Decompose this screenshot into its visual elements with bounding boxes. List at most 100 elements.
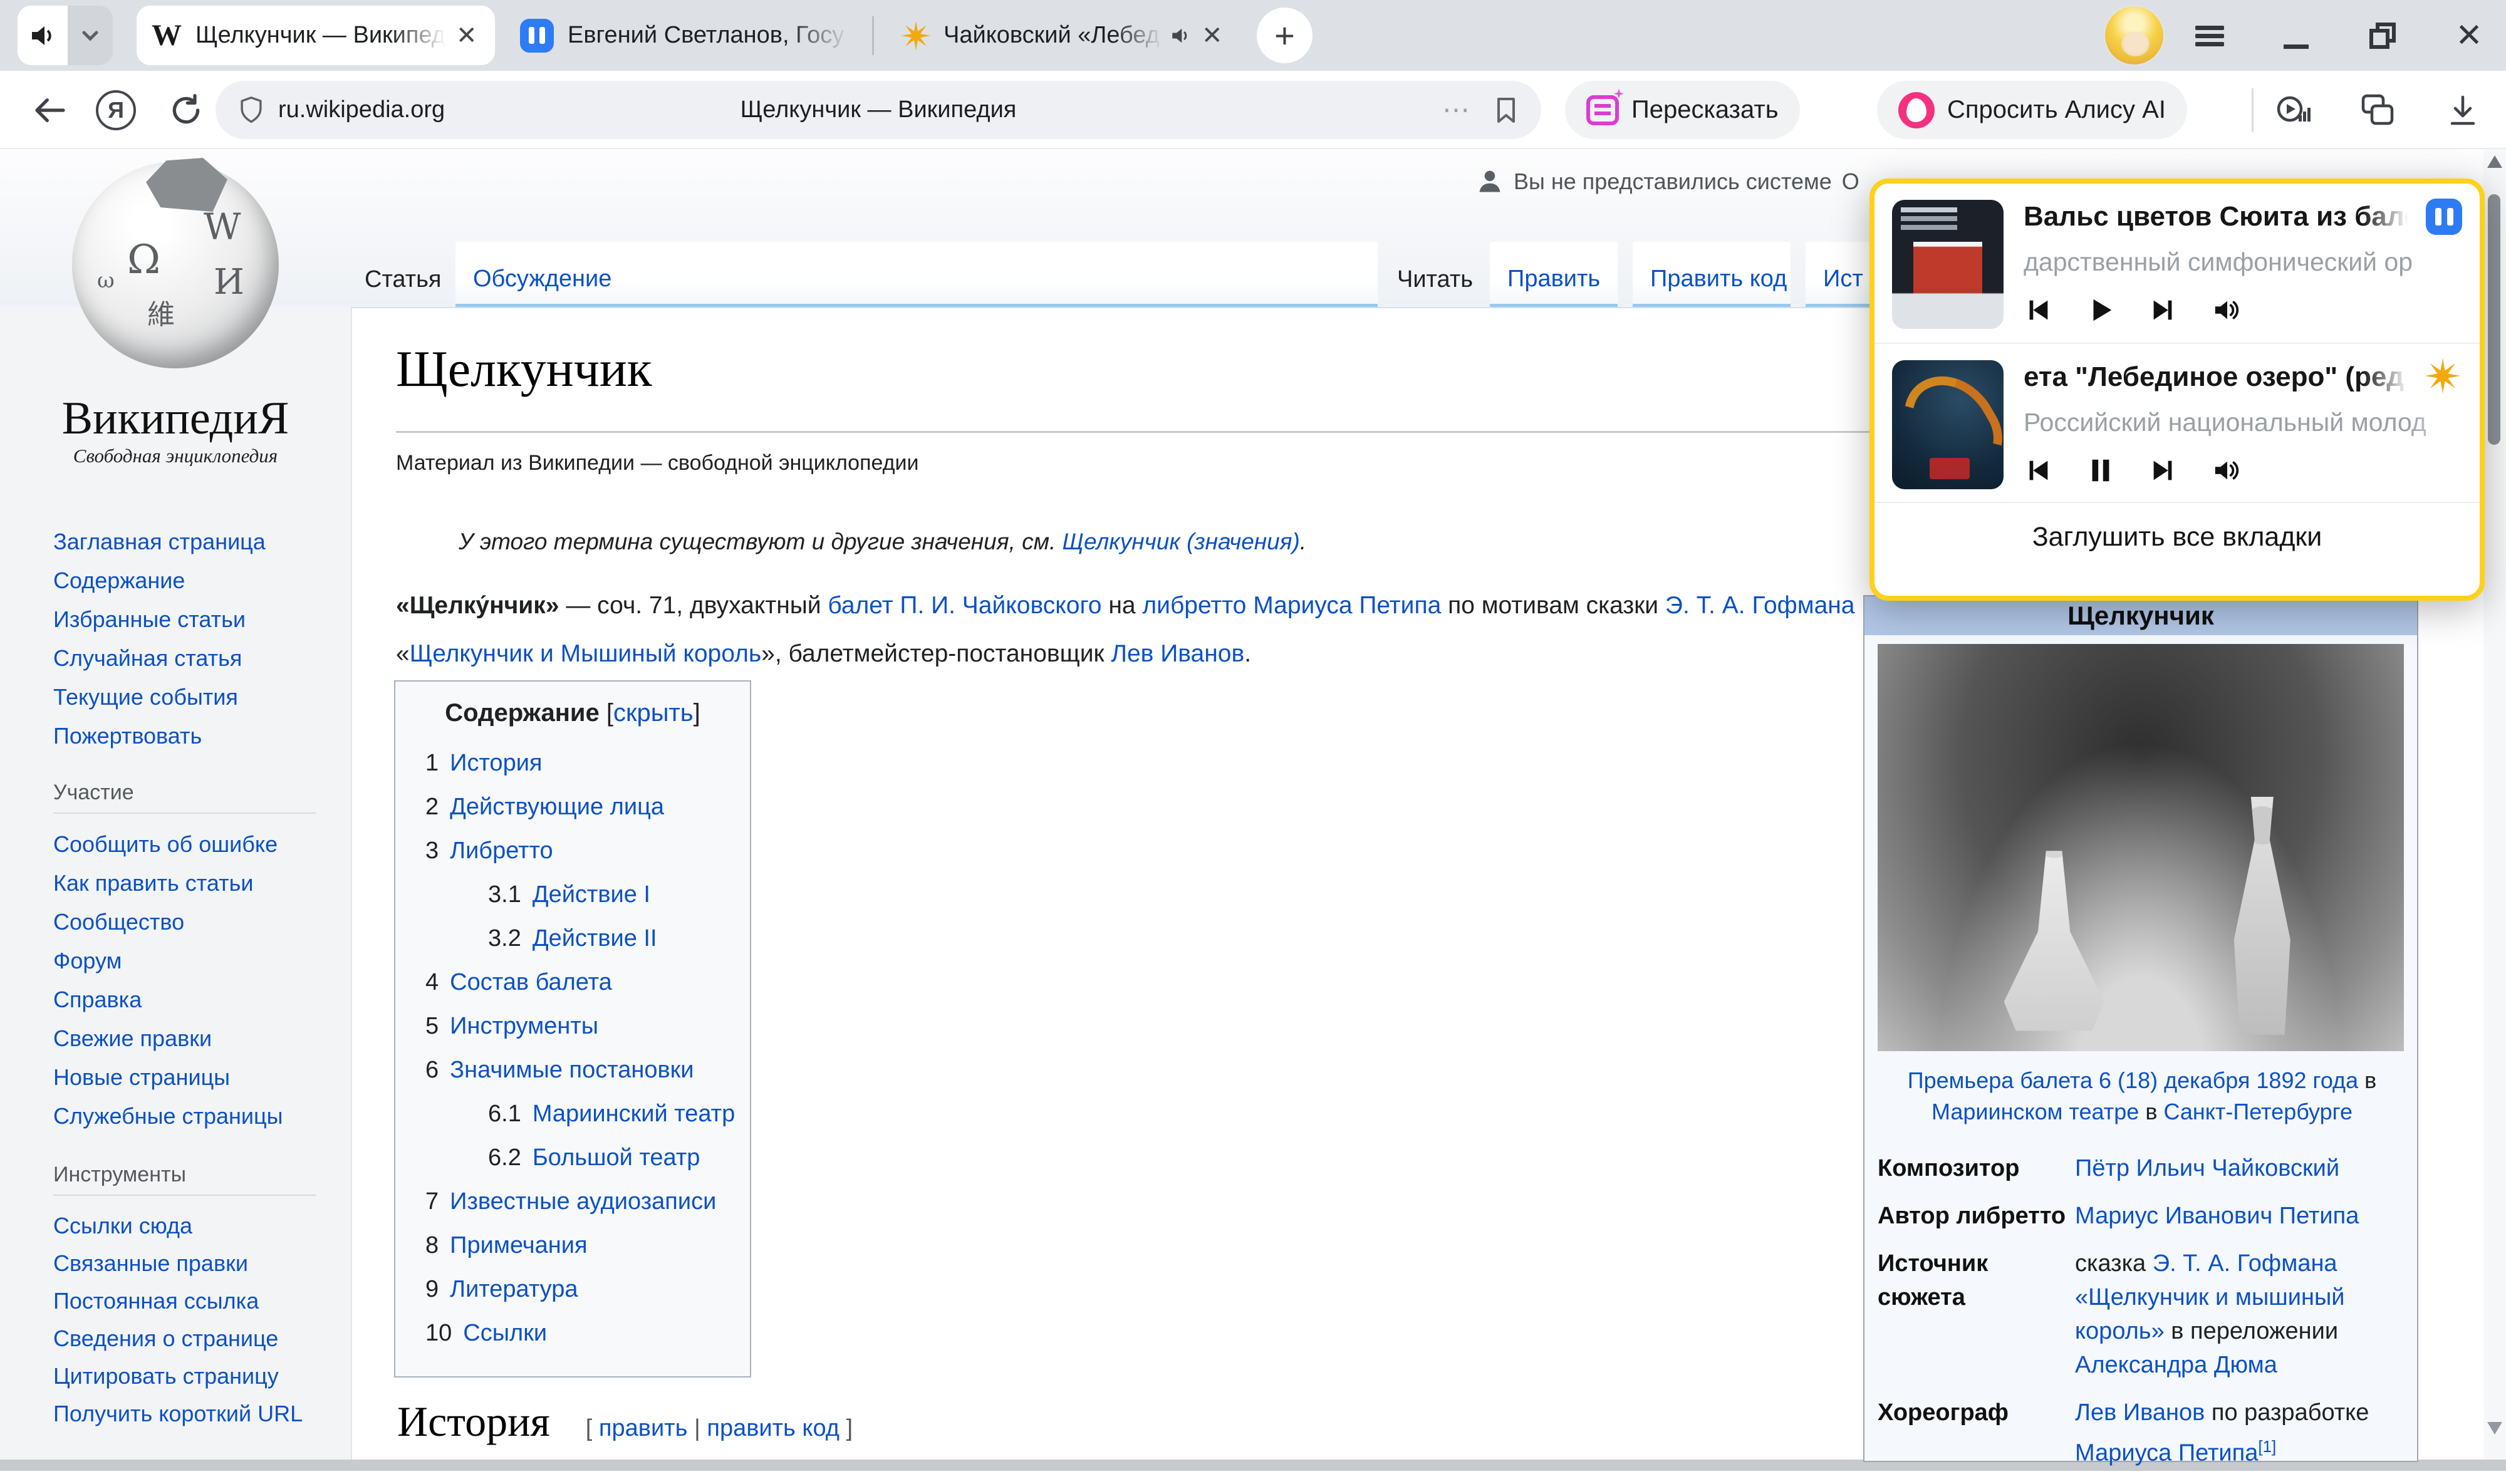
toc-link[interactable]: Инструменты xyxy=(450,1013,598,1039)
scroll-up-arrow-icon[interactable] xyxy=(2487,155,2502,168)
page-title-text: Щелкунчик — Википедия xyxy=(741,96,1017,123)
sidebar-nav-main: Заглавная страницаСодержаниеИзбранные ст… xyxy=(53,522,329,755)
sidebar-link[interactable]: Служебные страницы xyxy=(53,1097,329,1136)
personal-note[interactable]: Вы не представились системе xyxy=(1514,169,1832,195)
reload-button[interactable] xyxy=(158,71,214,149)
bookmark-icon[interactable] xyxy=(1494,95,1519,125)
play-icon[interactable] xyxy=(2086,296,2115,324)
sidebar-link[interactable]: Свежие правки xyxy=(53,1019,329,1058)
sidebar-link[interactable]: Содержание xyxy=(53,561,329,600)
rephrase-button[interactable]: Пересказать xyxy=(1565,81,1800,139)
previous-track-icon[interactable] xyxy=(2024,296,2052,324)
tab-tchaikovsky[interactable]: Чайковский «Лебед ✕ xyxy=(885,6,1254,65)
page-scrollbar[interactable] xyxy=(2483,149,2506,1460)
edit-link[interactable]: править xyxy=(599,1415,687,1441)
back-button[interactable] xyxy=(25,71,75,149)
sidebar-link[interactable]: Пожертвовать xyxy=(53,717,329,755)
pause-icon[interactable] xyxy=(2086,456,2115,485)
volume-icon[interactable] xyxy=(2212,296,2243,324)
close-tab-icon[interactable]: ✕ xyxy=(456,21,477,50)
toc-link[interactable]: Либретто xyxy=(450,838,553,864)
tab-paused-audio-badge[interactable] xyxy=(520,19,554,53)
new-tab-button[interactable]: + xyxy=(1257,8,1313,63)
sidebar-link[interactable]: Цитировать страницу xyxy=(53,1357,323,1395)
close-tab-icon[interactable]: ✕ xyxy=(1202,21,1223,50)
tab-svetlanov[interactable]: Евгений Светланов, Госу xyxy=(505,6,865,65)
scrollbar-thumb[interactable] xyxy=(2488,194,2500,445)
toc-link[interactable]: История xyxy=(450,750,542,776)
browser-menu-button[interactable] xyxy=(2188,14,2232,58)
downloads-button[interactable] xyxy=(2436,71,2490,149)
scroll-down-arrow-icon[interactable] xyxy=(2487,1422,2502,1435)
tab-sound-icon[interactable] xyxy=(1169,24,1192,47)
next-track-icon[interactable] xyxy=(2149,456,2178,485)
sidebar-section-title: Инструменты xyxy=(53,1163,316,1196)
sidebar-link[interactable]: Связанные правки xyxy=(53,1245,323,1282)
tab-title: Щелкунчик — Википед xyxy=(195,22,446,49)
toc-link[interactable]: Ссылки xyxy=(463,1320,547,1346)
toc-item: 1История xyxy=(395,741,750,785)
sidebar-link[interactable]: Сведения о странице xyxy=(53,1320,323,1357)
volume-icon[interactable] xyxy=(2212,456,2243,485)
sidebar-link[interactable]: Сообщить об ошибке xyxy=(53,825,329,864)
toc-link[interactable]: Действующие лица xyxy=(450,794,664,820)
audio-track-row[interactable]: ета "Лебединое озеро" (ред Российский на… xyxy=(1874,343,2480,502)
toc-link[interactable]: Действие II xyxy=(533,925,657,952)
tab-article[interactable]: Статья xyxy=(365,266,442,293)
side-panels-button[interactable] xyxy=(2351,71,2405,149)
toc-link[interactable]: Значимые постановки xyxy=(450,1057,694,1083)
previous-track-icon[interactable] xyxy=(2024,456,2052,485)
ask-alice-button[interactable]: Спросить Алису AI xyxy=(1877,81,2187,139)
sidebar-link[interactable]: Справка xyxy=(53,980,329,1019)
next-track-icon[interactable] xyxy=(2149,296,2178,324)
tab-title: Евгений Светланов, Госу xyxy=(568,22,850,49)
toc-hide-link[interactable]: скрыть xyxy=(613,699,694,727)
toc-item: 6.1Мариинский театр xyxy=(395,1092,750,1136)
media-player-button[interactable] xyxy=(2265,71,2319,149)
toc-link[interactable]: Известные аудиозаписи xyxy=(450,1188,716,1215)
tab-list-dropdown-button[interactable] xyxy=(68,6,113,65)
sidebar-link[interactable]: Как править статьи xyxy=(53,864,329,903)
mute-tabs-button[interactable] xyxy=(18,6,68,65)
sidebar-link[interactable]: Ссылки сюда xyxy=(53,1207,323,1245)
toc-link[interactable]: Литература xyxy=(450,1276,578,1302)
sidebar-link[interactable]: Постоянная ссылка xyxy=(53,1282,323,1320)
sidebar-link[interactable]: Текущие события xyxy=(53,678,329,717)
tab-wikipedia[interactable]: W Щелкунчик — Википед ✕ xyxy=(137,6,495,65)
infobox: Щелкунчик Премьера балета 6 (18) декабря… xyxy=(1863,595,2418,1462)
audio-track-row[interactable]: Вальс цветов Сюита из балет дарственный … xyxy=(1874,184,2480,343)
toc-link[interactable]: Примечания xyxy=(450,1232,587,1258)
wikipedia-globe-logo[interactable]: ΩWИ維ω xyxy=(72,162,279,368)
minimize-button[interactable] xyxy=(2274,14,2318,58)
tab-edit[interactable]: Править xyxy=(1507,266,1600,293)
track-subtitle: дарственный симфонический ор xyxy=(2024,247,2462,277)
sidebar-link[interactable]: Форум xyxy=(53,942,329,980)
infobox-ballet-photo[interactable] xyxy=(1878,644,2404,1051)
sidebar-link[interactable]: Избранные статьи xyxy=(53,600,329,639)
tab-edit-source[interactable]: Править код xyxy=(1650,266,1787,293)
avatar[interactable] xyxy=(2104,5,2165,66)
edit-source-link[interactable]: править код xyxy=(707,1415,840,1441)
pause-badge[interactable] xyxy=(2426,199,2462,235)
sidebar-link[interactable]: Новые страницы xyxy=(53,1058,329,1097)
tab-read[interactable]: Читать xyxy=(1397,266,1473,293)
toc-link[interactable]: Состав балета xyxy=(450,969,612,995)
sidebar-link[interactable]: Получить короткий URL xyxy=(53,1395,323,1433)
personal-more[interactable]: О xyxy=(1842,169,1859,195)
yandex-button[interactable]: Я xyxy=(88,71,144,149)
wikipedia-wordmark[interactable]: ВикипедиЯ xyxy=(0,392,351,445)
site-subtitle: Материал из Википедии — свободной энцикл… xyxy=(396,451,918,475)
toc-link[interactable]: Мариинский театр xyxy=(533,1101,735,1127)
tab-history[interactable]: Ист xyxy=(1823,266,1863,293)
address-more-icon[interactable]: ⋯ xyxy=(1442,94,1472,126)
sidebar-link[interactable]: Сообщество xyxy=(53,903,329,942)
sidebar-link[interactable]: Случайная статья xyxy=(53,639,329,678)
sidebar-link[interactable]: Заглавная страница xyxy=(53,522,329,561)
address-bar[interactable]: ru.wikipedia.org Щелкунчик — Википедия ⋯ xyxy=(216,81,1541,139)
tab-talk[interactable]: Обсуждение xyxy=(473,266,611,293)
close-window-button[interactable]: ✕ xyxy=(2447,14,2491,58)
restore-window-button[interactable] xyxy=(2361,14,2405,58)
mute-all-tabs-button[interactable]: Заглушить все вкладки xyxy=(1874,502,2480,571)
toc-link[interactable]: Большой театр xyxy=(533,1144,700,1171)
toc-link[interactable]: Действие I xyxy=(533,881,650,908)
